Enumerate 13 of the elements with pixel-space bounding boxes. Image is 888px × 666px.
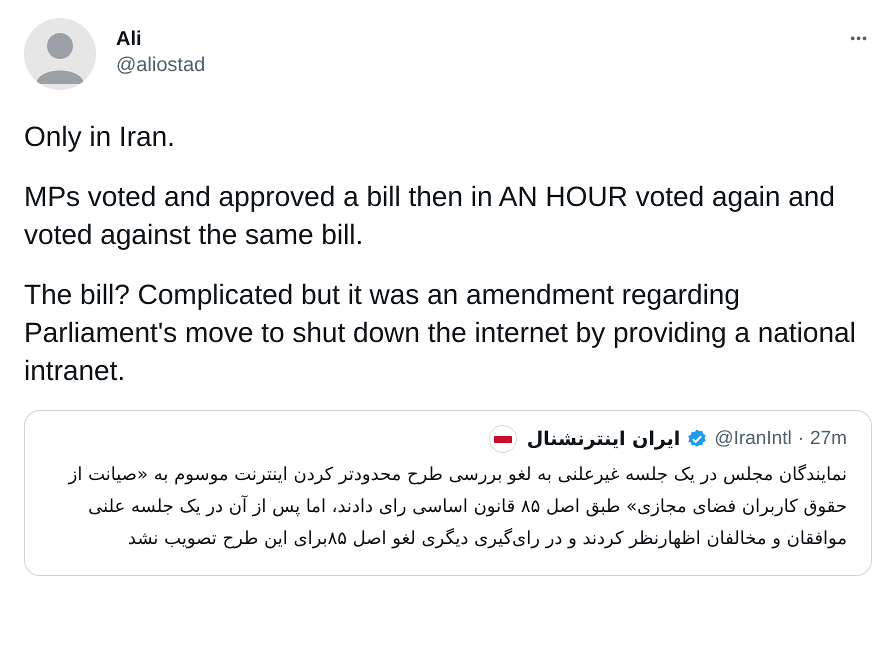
- tweet-text: MPs voted and approved a bill then in AN HOUR voted again and voted against the same bill.: [24, 180, 836, 252]
- quoted-tweet-card[interactable]: [24, 410, 872, 576]
- author-name[interactable]: Ali: [116, 26, 206, 52]
- quoted-handle: @IranIntl: [714, 428, 792, 450]
- quoted-time: 27m: [810, 428, 847, 450]
- author-handle[interactable]: @aliostad: [116, 52, 206, 78]
- tweet-text: The bill? Complicated but it was an amendment regarding Parliament's move to shut down the internet by providing a national intranet.: [24, 278, 857, 388]
- quoted-author-name: ایران اینترنشنال: [526, 428, 680, 450]
- separator-dot: ·: [798, 428, 804, 450]
- tweet-text: Only in Iran.: [24, 120, 176, 154]
- channel-logo-icon: [488, 425, 517, 453]
- more-options-button[interactable]: •••: [846, 26, 872, 50]
- quoted-tweet-text: نمایندگان مجلس در یک جلسه غیرعلنی به لغو بررسی طرح محدودتر کردن اینترنت موسوم به «صیانت از حقوق کاربران فضای مجازی» طبق اصل ۸۵ قانون اساسی رای دادند، اما پس از آن در یک جلسه علنی موافقان و مخالفان اظهارنظر کردند و در رای‌گیری دیگری لغو اصل ۸۵برای این طرح تصویب نشد: [66, 463, 847, 551]
